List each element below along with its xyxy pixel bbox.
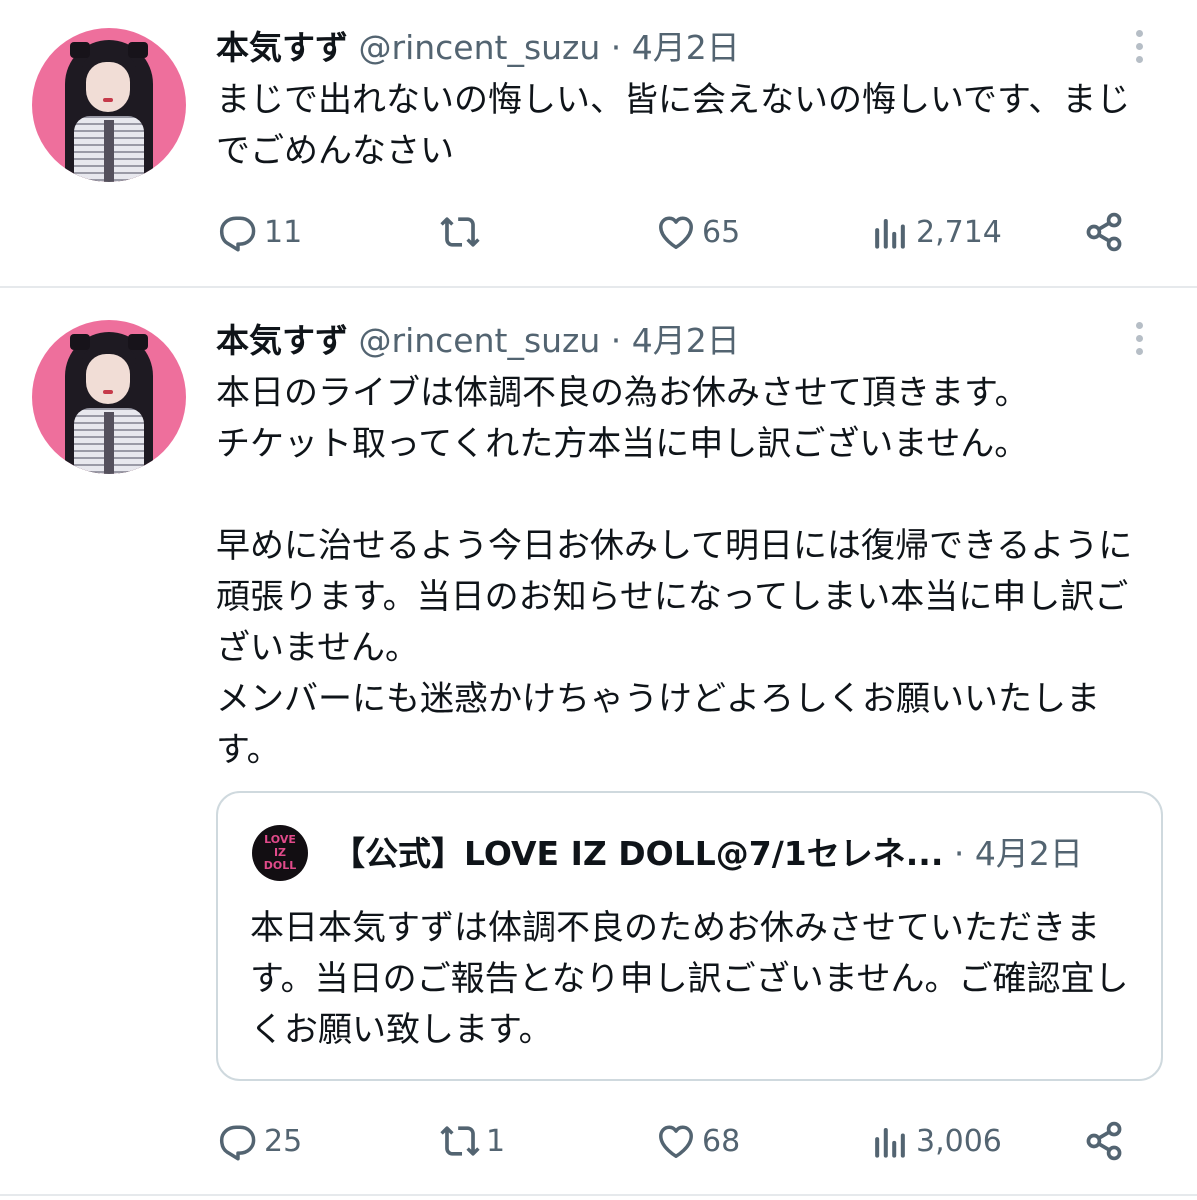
header-separator: · bbox=[610, 321, 622, 360]
quote-author-name[interactable]: 【公式】LOVE IZ DOLL@7/1セレネ... bbox=[332, 834, 943, 873]
share-button[interactable] bbox=[1082, 207, 1126, 257]
avatar-logo-text: IZ bbox=[273, 846, 287, 859]
retweet-icon bbox=[440, 1126, 480, 1156]
author-avatar[interactable] bbox=[32, 320, 186, 474]
reply-icon bbox=[219, 1125, 256, 1161]
like-button[interactable]: 68 bbox=[654, 1116, 740, 1166]
retweet-count: 1 bbox=[486, 1123, 506, 1159]
author-handle[interactable]: @rincent_suzu bbox=[359, 321, 601, 360]
heart-icon bbox=[659, 1125, 693, 1158]
tweet-header: 本気すず @rincent_suzu · 4月2日 bbox=[216, 321, 740, 361]
view-count: 2,714 bbox=[916, 214, 1002, 250]
reply-button[interactable]: 25 bbox=[216, 1116, 302, 1166]
heart-icon bbox=[659, 216, 693, 249]
like-button[interactable]: 65 bbox=[654, 207, 740, 257]
tweet-actions: 25 1 68 3,006 bbox=[0, 1116, 1197, 1166]
views-icon bbox=[875, 1127, 905, 1158]
share-icon bbox=[1086, 212, 1122, 252]
tweet-actions: 11 65 2,714 bbox=[0, 207, 1197, 257]
author-handle[interactable]: @rincent_suzu bbox=[359, 28, 601, 67]
tweet-date[interactable]: 4月2日 bbox=[632, 28, 740, 67]
tweet[interactable]: 本気すず @rincent_suzu · 4月2日 まじで出れないの悔しい、皆に… bbox=[0, 0, 1197, 286]
quoted-tweet[interactable]: LOVE IZ DOLL 【公式】LOVE IZ DOLL@7/1セレネ... … bbox=[216, 791, 1163, 1081]
reply-icon bbox=[219, 216, 256, 252]
more-vertical-icon[interactable] bbox=[1134, 322, 1146, 361]
quote-author-avatar[interactable]: LOVE IZ DOLL bbox=[252, 825, 308, 881]
retweet-button[interactable]: 1 bbox=[438, 1116, 505, 1166]
tweet-date[interactable]: 4月2日 bbox=[632, 321, 740, 360]
tweet-divider bbox=[0, 1194, 1197, 1196]
avatar-logo-text: DOLL bbox=[263, 859, 297, 872]
tweet[interactable]: 本気すず @rincent_suzu · 4月2日 本日のライブは体調不良の為お… bbox=[0, 288, 1197, 1192]
view-count: 3,006 bbox=[916, 1123, 1002, 1159]
share-icon bbox=[1086, 1121, 1122, 1161]
avatar-logo-text: LOVE bbox=[264, 833, 296, 846]
like-count: 68 bbox=[702, 1123, 741, 1159]
views-button[interactable]: 2,714 bbox=[868, 207, 1002, 257]
quote-header: 【公式】LOVE IZ DOLL@7/1セレネ... · 4月2日 bbox=[332, 833, 1083, 875]
share-button[interactable] bbox=[1082, 1116, 1126, 1166]
retweet-button[interactable] bbox=[438, 207, 486, 257]
reply-count: 25 bbox=[264, 1123, 303, 1159]
header-separator: · bbox=[610, 28, 622, 67]
reply-button[interactable]: 11 bbox=[216, 207, 302, 257]
author-name[interactable]: 本気すず bbox=[216, 321, 348, 360]
more-vertical-icon[interactable] bbox=[1134, 30, 1146, 69]
retweet-icon bbox=[440, 217, 480, 247]
views-icon bbox=[875, 218, 905, 249]
tweet-header: 本気すず @rincent_suzu · 4月2日 bbox=[216, 28, 740, 68]
views-button[interactable]: 3,006 bbox=[868, 1116, 1002, 1166]
quote-date[interactable]: 4月2日 bbox=[975, 834, 1083, 873]
reply-count: 11 bbox=[264, 214, 303, 250]
header-separator: · bbox=[953, 834, 965, 873]
quote-text: 本日本気すずは体調不良のためお休みさせていただきます。当日のご報告となり申し訳ご… bbox=[250, 908, 1129, 1050]
tweet-text: まじで出れないの悔しい、皆に会えないの悔しいです、まじでごめんなさい bbox=[216, 80, 1131, 171]
like-count: 65 bbox=[702, 214, 741, 250]
tweet-text: 本日のライブは体調不良の為お休みさせて頂きます。 チケット取ってくれた方本当に申… bbox=[216, 373, 1133, 770]
author-avatar[interactable] bbox=[32, 28, 186, 182]
author-name[interactable]: 本気すず bbox=[216, 28, 348, 67]
